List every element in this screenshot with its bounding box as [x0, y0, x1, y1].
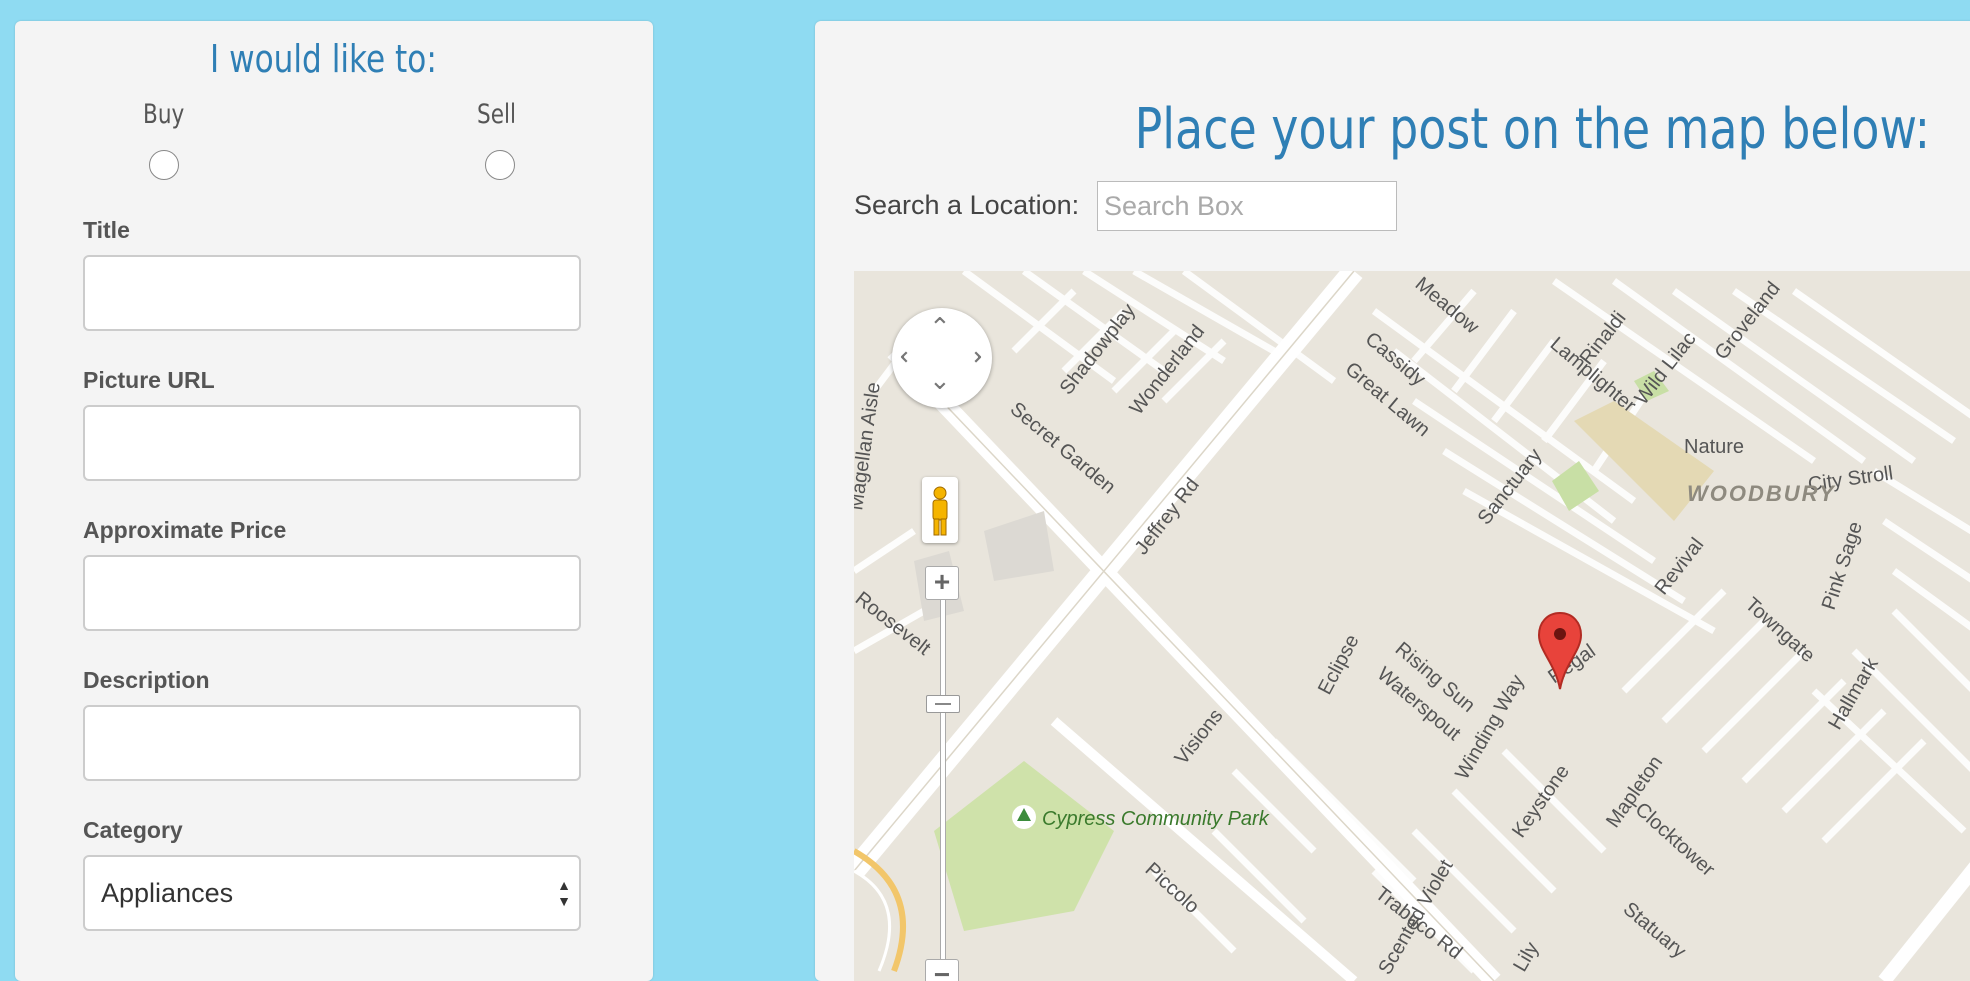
street-label: Rinaldi — [1576, 307, 1631, 369]
buy-label: Buy — [143, 99, 185, 130]
pan-up-icon[interactable]: ⌃ — [929, 314, 951, 340]
picture-url-label: Picture URL — [83, 367, 215, 393]
street-label: Keystone — [1508, 761, 1574, 842]
street-label: Scented Violet — [1374, 856, 1458, 979]
category-selected-value: Appliances — [101, 878, 234, 908]
post-form-panel: I would like to: Buy Sell Title Picture … — [15, 21, 653, 981]
map-pan-control[interactable]: ⌃ ⌃ ⌃ ⌃ — [892, 308, 992, 408]
map-labels: Jeffrey Rd Trabuco Rd Secret Garden Shad… — [854, 273, 1894, 979]
sell-label: Sell — [477, 99, 517, 130]
pan-right-icon[interactable]: ⌃ — [956, 346, 986, 368]
street-label: Statuary — [1619, 898, 1690, 963]
street-label: Visions — [1171, 705, 1228, 769]
street-label: Magellan Aisle — [854, 381, 885, 512]
zoom-out-button[interactable]: − — [925, 959, 959, 981]
street-label: Clocktower — [1631, 798, 1719, 881]
street-label: Revival — [1651, 534, 1709, 599]
street-label: Secret Garden — [1006, 398, 1120, 498]
street-label: Roosevelt — [854, 588, 935, 660]
street-label: Hallmark — [1824, 653, 1883, 733]
street-label: Meadow — [1411, 273, 1483, 339]
title-input[interactable] — [83, 255, 581, 331]
street-label: Piccolo — [1141, 858, 1204, 917]
street-view-pegman-icon[interactable] — [922, 477, 958, 543]
search-location-input[interactable] — [1097, 181, 1397, 231]
pan-down-icon[interactable]: ⌃ — [929, 364, 951, 394]
street-label: Lily — [1509, 939, 1543, 976]
street-label: Eclipse — [1314, 631, 1364, 698]
buy-radio[interactable] — [149, 150, 179, 180]
zoom-slider-track[interactable] — [940, 586, 946, 981]
street-label: Wonderland — [1126, 321, 1210, 419]
map-canvas[interactable]: Jeffrey Rd Trabuco Rd Secret Garden Shad… — [854, 271, 1970, 981]
select-arrows-icon: ▲ ▼ — [557, 877, 571, 909]
zoom-slider-thumb[interactable] — [926, 695, 960, 713]
pan-left-icon[interactable]: ⌃ — [896, 346, 926, 368]
map-heading: Place your post on the map below: — [1134, 97, 1930, 162]
price-input[interactable] — [83, 555, 581, 631]
category-select[interactable]: Appliances ▲ ▼ — [83, 855, 581, 931]
street-label: Nature — [1684, 436, 1744, 458]
category-label: Category — [83, 817, 183, 843]
neighborhood-label: WOODBURY — [1687, 481, 1836, 506]
street-label: Shadowplay — [1056, 300, 1140, 399]
street-label: Wild Lilac — [1631, 328, 1701, 409]
description-label: Description — [83, 667, 210, 693]
street-label: Towngate — [1741, 593, 1819, 667]
street-label: Jeffrey Rd — [1131, 474, 1204, 559]
sell-radio[interactable] — [485, 150, 515, 180]
description-input[interactable] — [83, 705, 581, 781]
map-panel: Place your post on the map below: Search… — [815, 21, 1970, 981]
intent-heading: I would like to: — [210, 37, 437, 81]
street-label: Pink Sage — [1818, 519, 1867, 613]
price-label: Approximate Price — [83, 517, 287, 543]
street-label: Sanctuary — [1474, 445, 1547, 530]
park-label: Cypress Community Park — [1042, 808, 1270, 830]
street-label: Groveland — [1711, 278, 1785, 364]
title-label: Title — [83, 217, 130, 243]
picture-url-input[interactable] — [83, 405, 581, 481]
zoom-in-button[interactable]: + — [925, 566, 959, 600]
search-location-label: Search a Location: — [854, 190, 1080, 220]
